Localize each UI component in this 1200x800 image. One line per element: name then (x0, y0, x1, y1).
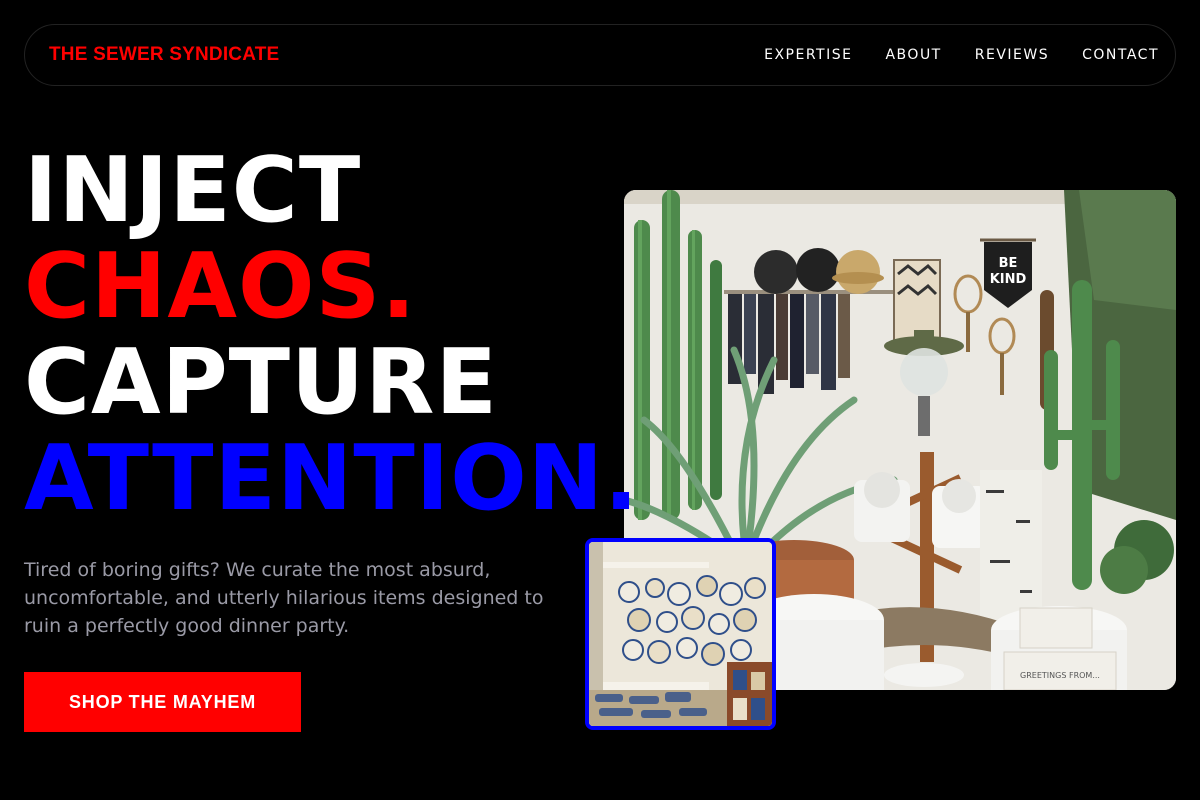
brand-logo[interactable]: THE SEWER SYNDICATE (49, 44, 279, 66)
shop-the-mayhem-button[interactable]: SHOP THE MAYHEM (24, 672, 301, 732)
hero-description: Tired of boring gifts? We curate the mos… (24, 559, 544, 637)
be-kind-text-line-2: KIND (990, 272, 1027, 287)
top-navigation: THE SEWER SYNDICATE EXPERTISE ABOUT REVI… (24, 24, 1176, 86)
nav-link-contact[interactable]: CONTACT (1082, 47, 1159, 63)
nav-link-about[interactable]: ABOUT (885, 47, 941, 63)
headline-line-attention: ATTENTION. (24, 426, 640, 531)
headline-line-capture: CAPTURE (24, 330, 498, 435)
be-kind-text-line-1: BE (999, 256, 1018, 271)
nav-link-reviews[interactable]: REVIEWS (975, 47, 1049, 63)
nav-link-expertise[interactable]: EXPERTISE (764, 47, 852, 63)
greetings-card-text: GREETINGS FROM... (1020, 671, 1100, 680)
headline-line-chaos: CHAOS. (24, 234, 417, 339)
ceramics-shelf-photo (585, 538, 776, 730)
headline-line-inject: INJECT (24, 138, 362, 243)
nav-links: EXPERTISE ABOUT REVIEWS CONTACT (764, 47, 1159, 63)
hero-headline: INJECT CHAOS. CAPTURE ATTENTION. (24, 143, 639, 527)
